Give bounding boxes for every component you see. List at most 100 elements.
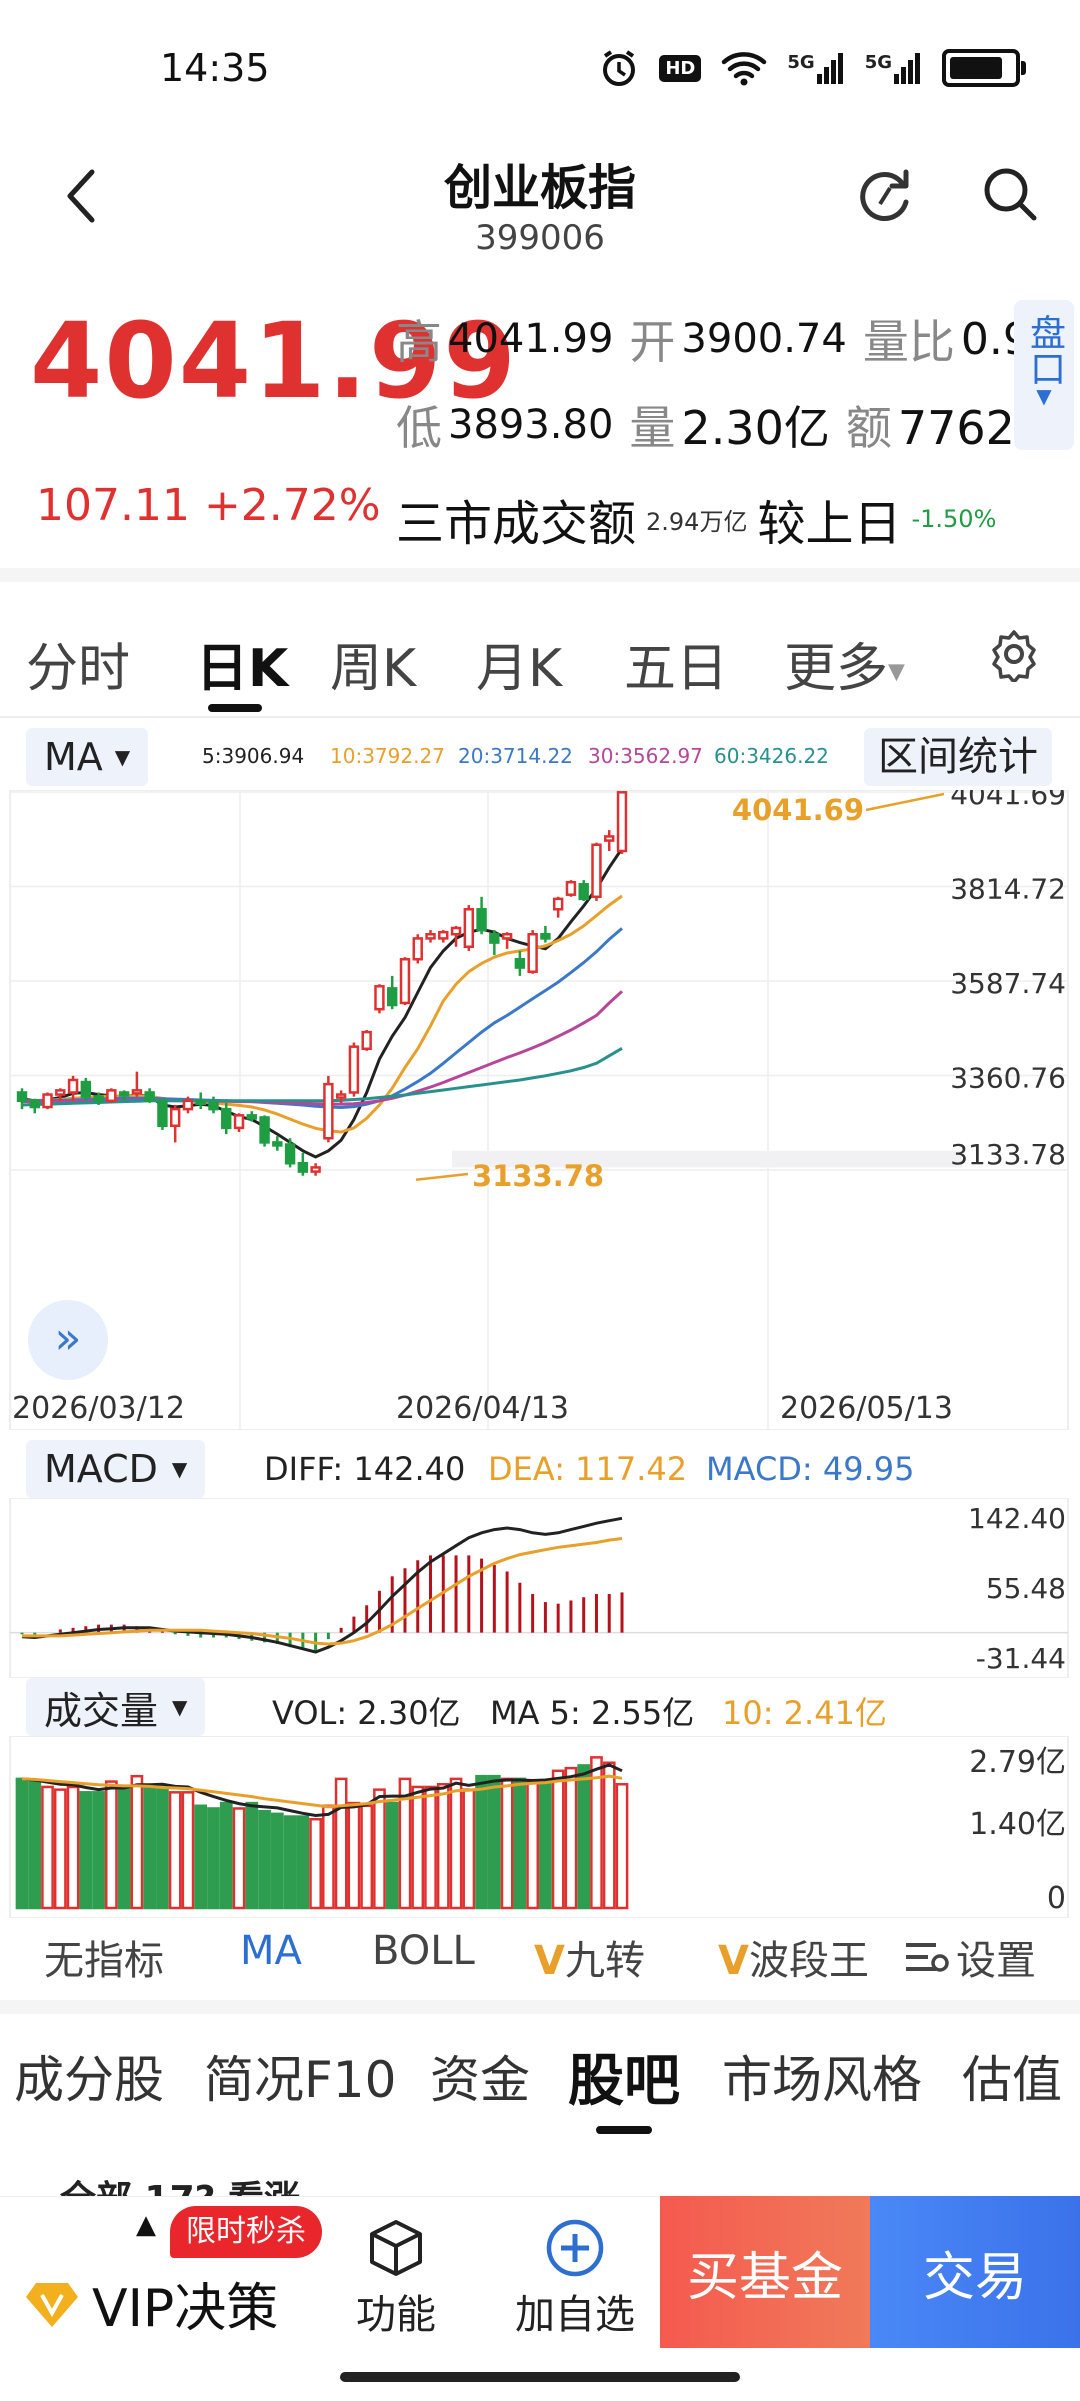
volume-bar	[590, 1756, 603, 1910]
volume-bar	[449, 1777, 463, 1910]
indicator-settings[interactable]: 设置	[904, 1928, 1036, 1986]
divider	[0, 2000, 1080, 2014]
ma5-value: 5:3906.94	[202, 744, 305, 768]
tab-market-style[interactable]: 市场风格	[722, 2040, 922, 2112]
tab-valuation[interactable]: 估值	[962, 2040, 1062, 2112]
candle-body	[221, 1107, 232, 1130]
volume-bar	[105, 1780, 118, 1910]
candle-body	[578, 883, 589, 901]
indicator-boduanwang-label: 波段王	[748, 1938, 869, 1984]
volume-bar	[117, 1785, 131, 1910]
tab-constituents[interactable]: 成分股	[14, 2040, 164, 2112]
wifi-icon	[722, 52, 767, 86]
candle-body	[29, 1099, 40, 1109]
vip-label: VIP决策	[92, 2279, 279, 2339]
indicator-none[interactable]: 无指标	[44, 1928, 164, 1986]
expand-icon[interactable]: »	[28, 1300, 108, 1380]
tab-daily-k[interactable]: 日K	[196, 626, 288, 701]
trade-button[interactable]: 交易	[870, 2196, 1080, 2348]
candle-body	[450, 926, 462, 936]
min-annotation: 3133.78	[472, 1159, 604, 1193]
range-stats-button[interactable]: 区间统计	[864, 728, 1052, 786]
volume-bar	[551, 1769, 565, 1910]
vip-button[interactable]: VIP决策	[24, 2266, 278, 2341]
volume-bar	[436, 1783, 450, 1910]
candle-body	[335, 1093, 347, 1099]
vol-value: VOL: 2.30亿	[272, 1694, 461, 1732]
ratio-label: 量比	[862, 315, 955, 369]
volume-bar	[168, 1791, 182, 1910]
volume-bar	[602, 1761, 616, 1910]
y-tick-label: 4041.69	[950, 790, 1066, 811]
search-icon[interactable]	[980, 164, 1040, 224]
indicator-ma[interactable]: MA	[240, 1928, 302, 1974]
status-icons: HD 5G 5G	[599, 48, 1026, 88]
tab-f10[interactable]: 简况F10	[204, 2040, 396, 2112]
tab-monthly-k[interactable]: 月K	[476, 626, 562, 701]
y-tick-label: 2.79亿	[969, 1745, 1066, 1780]
volume-bar	[539, 1783, 552, 1910]
caret-down-icon: ▼	[888, 659, 905, 685]
tab-intraday[interactable]: 分时	[26, 626, 130, 701]
gear-icon[interactable]	[986, 626, 1042, 682]
indicator-jiuzhuan[interactable]: V九转	[534, 1928, 645, 1986]
high-label: 高	[396, 315, 442, 369]
hd-icon: HD	[659, 54, 702, 82]
macd-selector[interactable]: MACD ▼	[26, 1440, 206, 1498]
min-annotation-pointer	[415, 1172, 469, 1181]
function-button[interactable]: 功能	[346, 2218, 446, 2340]
add-watchlist-label: 加自选	[515, 2292, 635, 2338]
candle-body	[80, 1080, 92, 1098]
volume-bar	[322, 1804, 335, 1910]
refresh-icon[interactable]	[856, 164, 916, 224]
candle-body	[489, 933, 500, 944]
stock-code: 399006	[475, 218, 605, 258]
promo-badge[interactable]: 限时秒杀	[170, 2206, 322, 2258]
pankou-label: 盘口	[1024, 314, 1065, 386]
volume-selector[interactable]: 成交量 ▼	[26, 1678, 206, 1736]
open-label: 开	[629, 315, 676, 369]
quote-row-2: 低 3893.80 量 2.30亿 额 7762亿	[396, 392, 1061, 458]
volume-bar	[526, 1780, 539, 1910]
buy-fund-button[interactable]: 买基金	[660, 2196, 870, 2348]
pankou-button[interactable]: 盘口 ▼	[1014, 300, 1074, 450]
indicator-settings-label: 设置	[956, 1938, 1036, 1984]
y-tick-label: 3587.74	[950, 967, 1066, 1000]
ma-selector[interactable]: MA ▼	[26, 728, 149, 786]
tab-funds[interactable]: 资金	[430, 2040, 530, 2112]
caret-down-icon: ▼	[172, 1695, 188, 1719]
open-value: 3900.74	[681, 316, 847, 362]
candlestick-chart[interactable]: 4041.69 3814.72 3587.74 3360.76 3133.78 2026/…	[0, 790, 1080, 1430]
tab-five-day[interactable]: 五日	[624, 626, 728, 701]
period-tabs: 分时 日K 周K 月K 五日 更多▼	[0, 600, 1080, 710]
volume-bar	[283, 1815, 297, 1910]
volume-label: 量	[629, 401, 676, 455]
candle-body	[118, 1091, 130, 1097]
volume-bar	[411, 1785, 425, 1910]
amount-label: 额	[845, 401, 892, 455]
volume-bar	[92, 1791, 105, 1910]
ma20-value: 20:3714.22	[458, 744, 573, 768]
tab-weekly-k[interactable]: 周K	[330, 626, 416, 701]
network-label: 5G	[864, 52, 892, 73]
quote-row-1: 高 4041.99 开 3900.74 量比 0.98	[396, 306, 1059, 372]
indicator-boll[interactable]: BOLL	[372, 1928, 475, 1974]
candle-body	[106, 1089, 117, 1103]
volume-bar	[15, 1777, 29, 1910]
volume-bar	[143, 1785, 157, 1910]
y-tick-label: 55.48	[986, 1572, 1066, 1605]
x-tick-label: 2026/05/13	[780, 1391, 953, 1426]
volume-value: 2.30亿	[681, 401, 830, 455]
max-annotation: 4041.69	[732, 793, 864, 827]
candle-body	[361, 1030, 372, 1051]
indicator-boduanwang[interactable]: V波段王	[718, 1928, 869, 1986]
tab-guba[interactable]: 股吧	[568, 2036, 680, 2117]
add-watchlist-button[interactable]: 加自选	[500, 2218, 650, 2340]
ma30-value: 30:3562.97	[588, 744, 703, 768]
candle-body	[348, 1045, 360, 1094]
candle-body	[55, 1089, 66, 1096]
tab-more[interactable]: 更多▼	[784, 626, 905, 701]
candle-body	[387, 987, 398, 1007]
candle-body	[16, 1091, 28, 1103]
volume-bar	[347, 1801, 361, 1910]
